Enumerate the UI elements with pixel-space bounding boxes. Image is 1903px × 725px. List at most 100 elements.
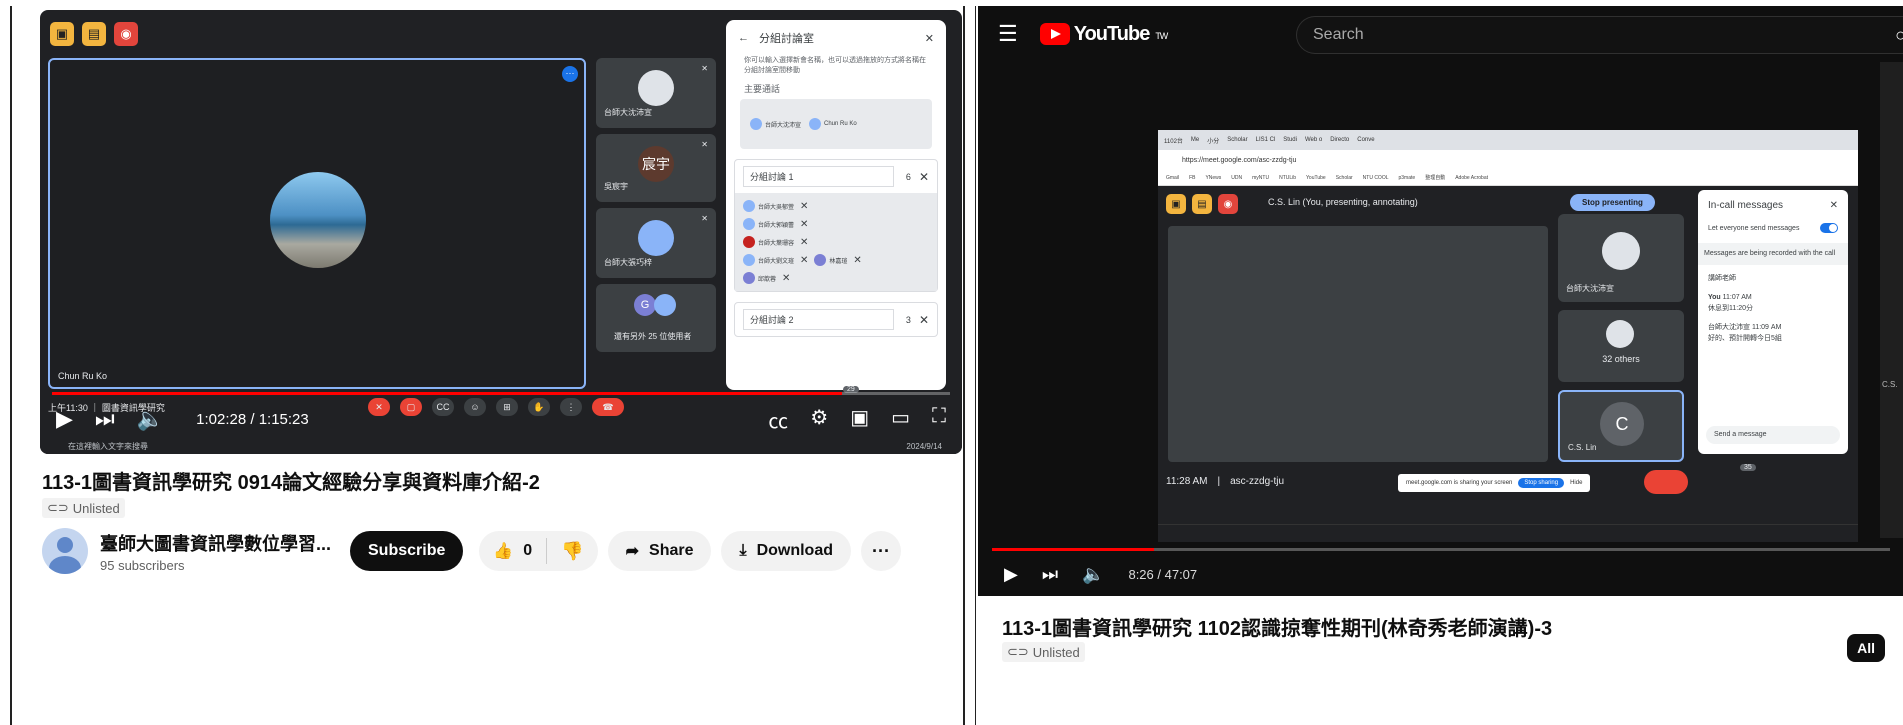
stop-sharing-button[interactable]: Stop sharing bbox=[1518, 478, 1565, 488]
volume-icon[interactable]: 🔈 bbox=[1082, 564, 1104, 585]
thumbs-up-icon: 👍 bbox=[493, 543, 514, 560]
next-icon[interactable]: ⏭ bbox=[1042, 564, 1058, 585]
recording-icon[interactable]: ◉ bbox=[114, 22, 138, 46]
download-icon: ⤓ bbox=[739, 542, 747, 559]
unlisted-badge: ⊂⊃ Unlisted bbox=[42, 498, 125, 518]
bookmark[interactable]: NTU COOL bbox=[1363, 175, 1389, 181]
group-name-input[interactable]: 分組討論 1 bbox=[743, 166, 894, 187]
recording-icon[interactable]: ◉ bbox=[1218, 194, 1238, 214]
bookmark[interactable]: p3mate bbox=[1399, 175, 1416, 181]
like-button[interactable]: 👍 0 bbox=[479, 538, 548, 564]
miniplayer-icon[interactable]: ▣ bbox=[850, 405, 869, 434]
hide-button[interactable]: Hide bbox=[1570, 480, 1582, 486]
host-controls-icon[interactable]: ▣ bbox=[50, 22, 74, 46]
more-actions-button[interactable]: ··· bbox=[861, 531, 901, 571]
fullscreen-icon[interactable]: ⛶ bbox=[932, 405, 946, 434]
bookmark[interactable]: myNTU bbox=[1252, 175, 1269, 181]
group-name-input[interactable]: 分組討論 2 bbox=[743, 309, 894, 330]
back-arrow-icon[interactable]: ← bbox=[738, 32, 749, 44]
stop-presenting-button[interactable]: Stop presenting bbox=[1570, 194, 1655, 211]
member-row[interactable]: 台師大葉珊容 ✕ bbox=[743, 233, 929, 251]
volume-icon[interactable]: 🔈 bbox=[137, 406, 164, 432]
theater-mode-icon[interactable]: ▭ bbox=[891, 405, 910, 434]
breakout-header: ← 分組討論室 ✕ bbox=[726, 20, 946, 56]
bookmark[interactable]: Adobe Acrobat bbox=[1455, 175, 1488, 181]
channel-avatar[interactable] bbox=[42, 528, 88, 574]
shared-bottom-bar: 11:28 AM | asc-zzdg-tju bbox=[1166, 476, 1285, 487]
send-messages-toggle[interactable] bbox=[1820, 223, 1838, 233]
search-icon[interactable]: ○ bbox=[1895, 25, 1903, 46]
member-chip[interactable]: 台師大沈沛宣 bbox=[750, 118, 801, 130]
member-row[interactable]: 台師大郭穎蕾 ✕ bbox=[743, 215, 929, 233]
participant-name: C.S. Lin bbox=[1568, 443, 1597, 452]
close-icon[interactable]: ✕ bbox=[925, 32, 934, 45]
bookmark[interactable]: Scholar bbox=[1336, 175, 1353, 181]
bookmark[interactable]: 整理自動 bbox=[1425, 174, 1445, 181]
bookmark[interactable]: Gmail bbox=[1166, 175, 1179, 181]
leave-call-icon[interactable] bbox=[1644, 470, 1688, 494]
speaker-avatar bbox=[270, 172, 366, 268]
group-header: 分組討論 1 6 ✕ bbox=[735, 160, 937, 193]
more-options-icon[interactable]: ··· bbox=[562, 66, 578, 82]
browser-tab[interactable]: Me bbox=[1191, 137, 1199, 143]
share-button[interactable]: ➦ Share bbox=[607, 531, 712, 571]
remove-icon[interactable]: ✕ bbox=[800, 201, 808, 212]
activities-icon[interactable]: ▤ bbox=[1192, 194, 1212, 214]
bookmark[interactable]: YouTube bbox=[1306, 175, 1326, 181]
member-row[interactable]: 台師大劉文瑄 ✕ 林嘉瑄 ✕ bbox=[743, 251, 929, 269]
play-icon[interactable]: ▶ bbox=[1004, 564, 1018, 585]
browser-address-bar[interactable]: https://meet.google.com/asc-zzdg-tju bbox=[1158, 150, 1858, 170]
progress-bar[interactable] bbox=[52, 392, 950, 395]
download-button[interactable]: ⤓ Download bbox=[721, 531, 851, 571]
member-chip[interactable]: Chun Ru Ko bbox=[809, 118, 857, 130]
member-row[interactable]: 台師大吳郁萱 ✕ bbox=[743, 197, 929, 215]
browser-tab[interactable]: Scholar bbox=[1227, 137, 1247, 143]
subscriber-count: 95 subscribers bbox=[100, 557, 185, 573]
participant-avatar bbox=[638, 220, 674, 256]
host-controls-icon[interactable]: ▣ bbox=[1166, 194, 1186, 214]
bookmark[interactable]: UDN bbox=[1231, 175, 1242, 181]
send-message-input[interactable]: Send a message bbox=[1706, 426, 1840, 444]
remove-icon[interactable]: ✕ bbox=[782, 273, 790, 284]
browser-tab[interactable]: Studi bbox=[1283, 137, 1297, 143]
right-player-controls: ▶ ⏭ 🔈 8:26 / 47:07 bbox=[978, 544, 1903, 594]
right-video-player[interactable]: ☰ YouTube TW Search ○ C.S. 1102台 Me 小分 Sch… bbox=[978, 6, 1903, 596]
bookmark[interactable]: YNews bbox=[1205, 175, 1221, 181]
remove-icon[interactable]: ✕ bbox=[853, 255, 861, 266]
activities-icon[interactable]: ▤ bbox=[82, 22, 106, 46]
control-buttons: ▶ ⏭ 🔈 8:26 / 47:07 bbox=[1004, 564, 1197, 585]
filter-chip-all[interactable]: All bbox=[1847, 634, 1885, 662]
right-panel: ☰ YouTube TW Search ○ C.S. 1102台 Me 小分 Sch… bbox=[975, 6, 1903, 725]
member-row[interactable]: 邱歆蓉 ✕ bbox=[743, 269, 929, 287]
participant-tile: ✕ 台師大張巧梓 bbox=[596, 208, 716, 278]
search-input[interactable]: Search ○ bbox=[1296, 16, 1903, 54]
close-icon[interactable]: ✕ bbox=[1830, 200, 1838, 211]
browser-tab[interactable]: Conve bbox=[1357, 137, 1374, 143]
shared-screen: 1102台 Me 小分 Scholar LIS1 Cl Studi Web o … bbox=[1158, 130, 1858, 542]
remove-icon[interactable]: ✕ bbox=[800, 237, 808, 248]
browser-tab[interactable]: LIS1 Cl bbox=[1256, 137, 1276, 143]
browser-tab[interactable]: 小分 bbox=[1207, 136, 1219, 145]
bookmark[interactable]: NTULib bbox=[1279, 175, 1296, 181]
delete-group-icon[interactable]: ✕ bbox=[919, 170, 929, 184]
bookmark[interactable]: FB bbox=[1189, 175, 1195, 181]
settings-gear-icon[interactable]: ⚙ bbox=[810, 405, 828, 434]
subtitles-icon[interactable]: ㏄ bbox=[768, 405, 788, 434]
next-icon[interactable]: ⏭ bbox=[95, 406, 115, 432]
subscribe-button[interactable]: Subscribe bbox=[350, 531, 464, 571]
progress-bar[interactable] bbox=[992, 548, 1890, 551]
left-video-player[interactable]: ▣ ▤ ◉ ··· Chun Ru Ko ✕ 台師大沈沛宣 ✕ 宸宇 吳宸宇 ✕ bbox=[40, 10, 962, 454]
remove-icon[interactable]: ✕ bbox=[800, 255, 808, 266]
browser-tab[interactable]: Web o bbox=[1305, 137, 1322, 143]
thumbs-down-icon: 👎 bbox=[561, 540, 584, 561]
browser-tab[interactable]: 1102台 bbox=[1164, 136, 1183, 145]
play-icon[interactable]: ▶ bbox=[56, 406, 73, 432]
channel-name[interactable]: 臺師大圖書資訊學數位學習... bbox=[100, 530, 340, 556]
browser-tab[interactable]: Directo bbox=[1330, 137, 1349, 143]
remove-icon[interactable]: ✕ bbox=[800, 219, 808, 230]
youtube-logo[interactable]: YouTube TW bbox=[1039, 23, 1168, 46]
delete-group-icon[interactable]: ✕ bbox=[919, 313, 929, 327]
dislike-button[interactable]: 👎 bbox=[547, 541, 597, 562]
chat-message: 講師老師 bbox=[1708, 275, 1736, 282]
menu-icon[interactable]: ☰ bbox=[998, 21, 1018, 47]
